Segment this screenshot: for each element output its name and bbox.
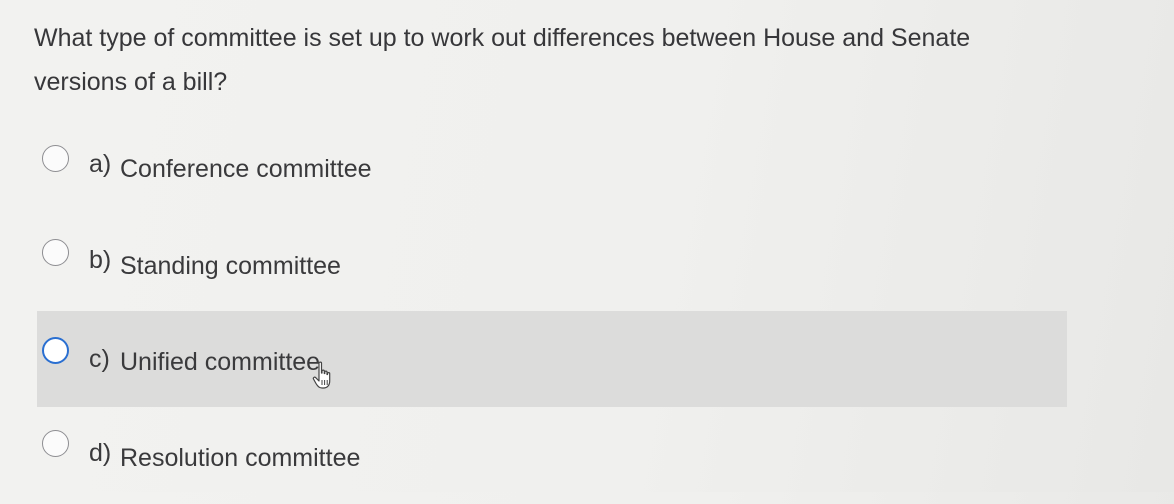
answer-option-d[interactable]: d) Resolution committee xyxy=(37,408,1067,504)
radio-button-c[interactable] xyxy=(42,337,69,364)
radio-button-d[interactable] xyxy=(42,430,69,457)
option-label-b: Standing committee xyxy=(120,252,341,280)
option-label-d: Resolution committee xyxy=(120,444,361,472)
radio-button-b[interactable] xyxy=(42,239,69,266)
option-letter-c: c) xyxy=(89,345,110,373)
option-letter-d: d) xyxy=(89,439,112,467)
hand-pointer-icon xyxy=(312,361,331,389)
option-letter-a: a) xyxy=(89,150,112,178)
answer-option-a[interactable]: a) Conference committee xyxy=(37,122,1067,218)
radio-button-a[interactable] xyxy=(42,145,69,172)
option-label-a: Conference committee xyxy=(120,155,372,183)
option-letter-b: b) xyxy=(89,246,112,274)
option-label-c: Unified committee xyxy=(120,348,321,376)
answer-option-b[interactable]: b) Standing committee xyxy=(37,218,1067,314)
answer-option-c[interactable]: c) Unified committee xyxy=(37,311,1067,407)
question-text: What type of committee is set up to work… xyxy=(34,24,971,96)
